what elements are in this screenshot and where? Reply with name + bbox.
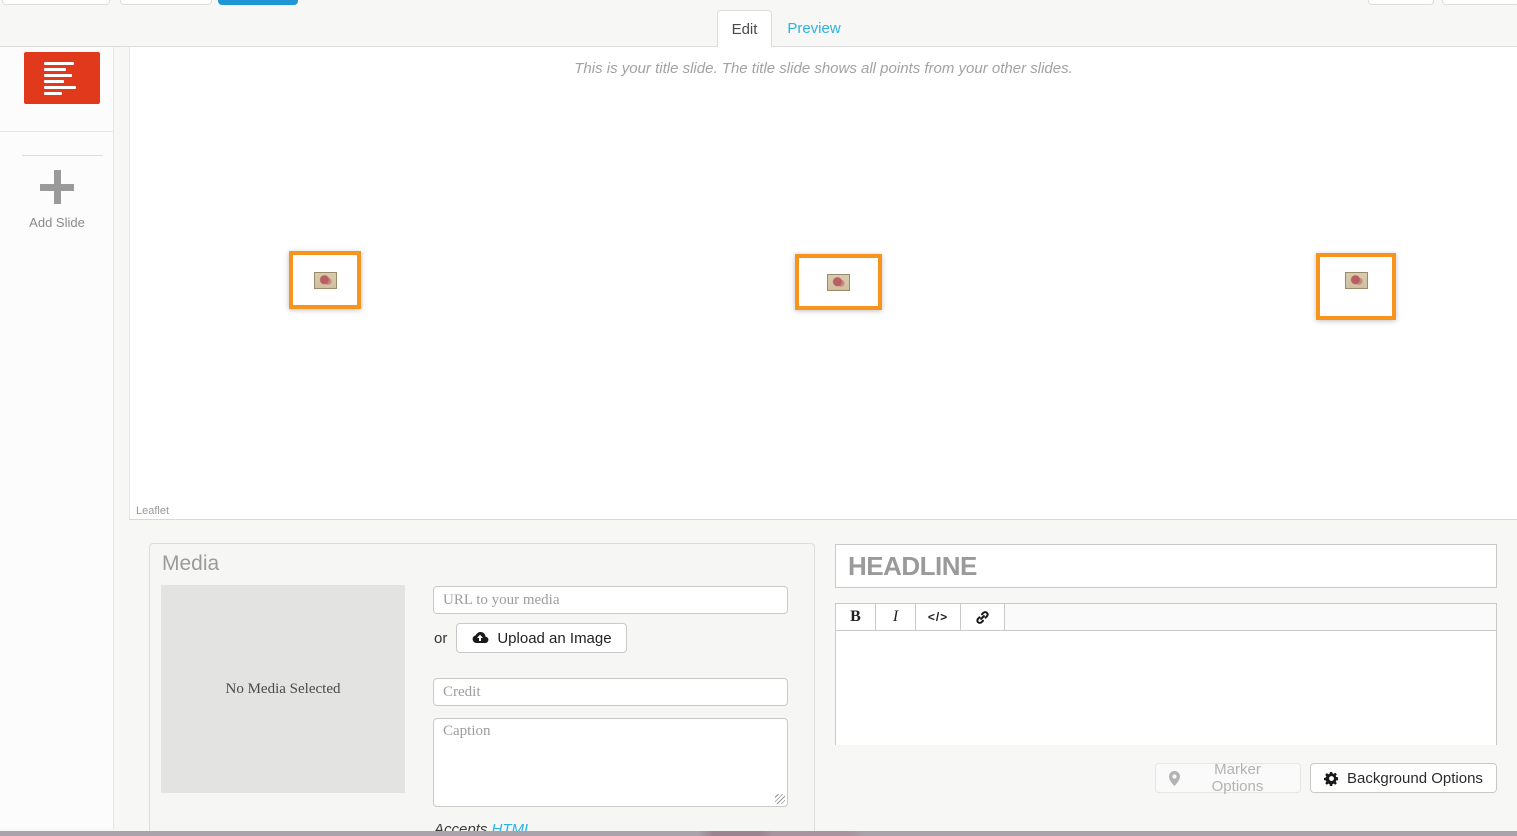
map-marker[interactable] (1316, 253, 1396, 320)
marker-thumbnail-image (827, 274, 850, 291)
marker-thumbnail-image (314, 272, 337, 289)
no-media-label: No Media Selected (226, 681, 341, 698)
media-caption-input[interactable] (433, 718, 788, 807)
link-icon (975, 610, 990, 625)
media-url-input[interactable] (433, 586, 788, 614)
media-panel-title: Media (162, 552, 219, 576)
editor-toolbar: B I </> (836, 604, 1496, 631)
description-text-area[interactable] (836, 631, 1496, 745)
slide-sidebar: Add Slide (0, 47, 114, 829)
media-preview-box: No Media Selected (161, 585, 405, 793)
italic-button[interactable]: I (876, 604, 916, 630)
tab-edit[interactable]: Edit (717, 10, 772, 47)
thumb-text-line (44, 86, 76, 89)
background-options-button[interactable]: Background Options (1310, 763, 1497, 793)
background-options-label: Background Options (1347, 770, 1483, 787)
bottom-edge-strip (0, 831, 1517, 836)
bold-button[interactable]: B (836, 604, 876, 630)
thumb-text-line (44, 92, 62, 95)
insert-link-button[interactable] (961, 604, 1005, 630)
marker-options-button[interactable]: Marker Options (1155, 763, 1301, 793)
media-panel: Media No Media Selected or Upload an Ima… (149, 543, 815, 836)
top-toolbar-button-2[interactable] (120, 0, 212, 5)
add-slide-button[interactable]: Add Slide (0, 167, 114, 257)
map-canvas[interactable]: This is your title slide. The title slid… (129, 47, 1517, 520)
code-button[interactable]: </> (916, 604, 961, 630)
top-toolbar-button-4[interactable] (1442, 0, 1517, 5)
media-credit-input[interactable] (433, 678, 788, 706)
cloud-upload-icon (471, 631, 489, 645)
top-toolbar-button-blue[interactable] (218, 0, 298, 5)
map-marker[interactable] (795, 254, 882, 310)
plus-icon (37, 167, 77, 207)
headline-input[interactable] (835, 544, 1497, 588)
title-slide-thumbnail[interactable] (24, 52, 100, 104)
upload-image-button[interactable]: Upload an Image (456, 623, 626, 653)
upload-image-label: Upload an Image (497, 630, 611, 647)
thumb-text-line (44, 74, 72, 77)
or-label: or (434, 630, 447, 647)
slide-list-section (0, 47, 113, 132)
top-toolbar-button-3[interactable] (1368, 0, 1434, 5)
thumb-text-line (44, 68, 66, 71)
resize-grip-icon[interactable] (775, 794, 785, 804)
top-toolbar-button-1[interactable] (2, 0, 110, 5)
marker-thumbnail-image (1345, 272, 1368, 289)
add-slide-label: Add Slide (0, 215, 114, 230)
marker-options-label: Marker Options (1188, 761, 1287, 795)
rich-text-editor: B I </> (835, 603, 1497, 745)
thumb-text-line (44, 80, 64, 83)
map-pin-icon (1169, 771, 1180, 786)
thumb-text-line (44, 62, 74, 65)
gear-icon (1324, 771, 1339, 786)
tab-preview[interactable]: Preview (779, 10, 849, 47)
title-slide-hint: This is your title slide. The title slid… (130, 60, 1517, 77)
map-marker[interactable] (289, 251, 361, 309)
leaflet-attribution-link[interactable]: Leaflet (136, 505, 169, 517)
sidebar-divider (22, 155, 103, 156)
